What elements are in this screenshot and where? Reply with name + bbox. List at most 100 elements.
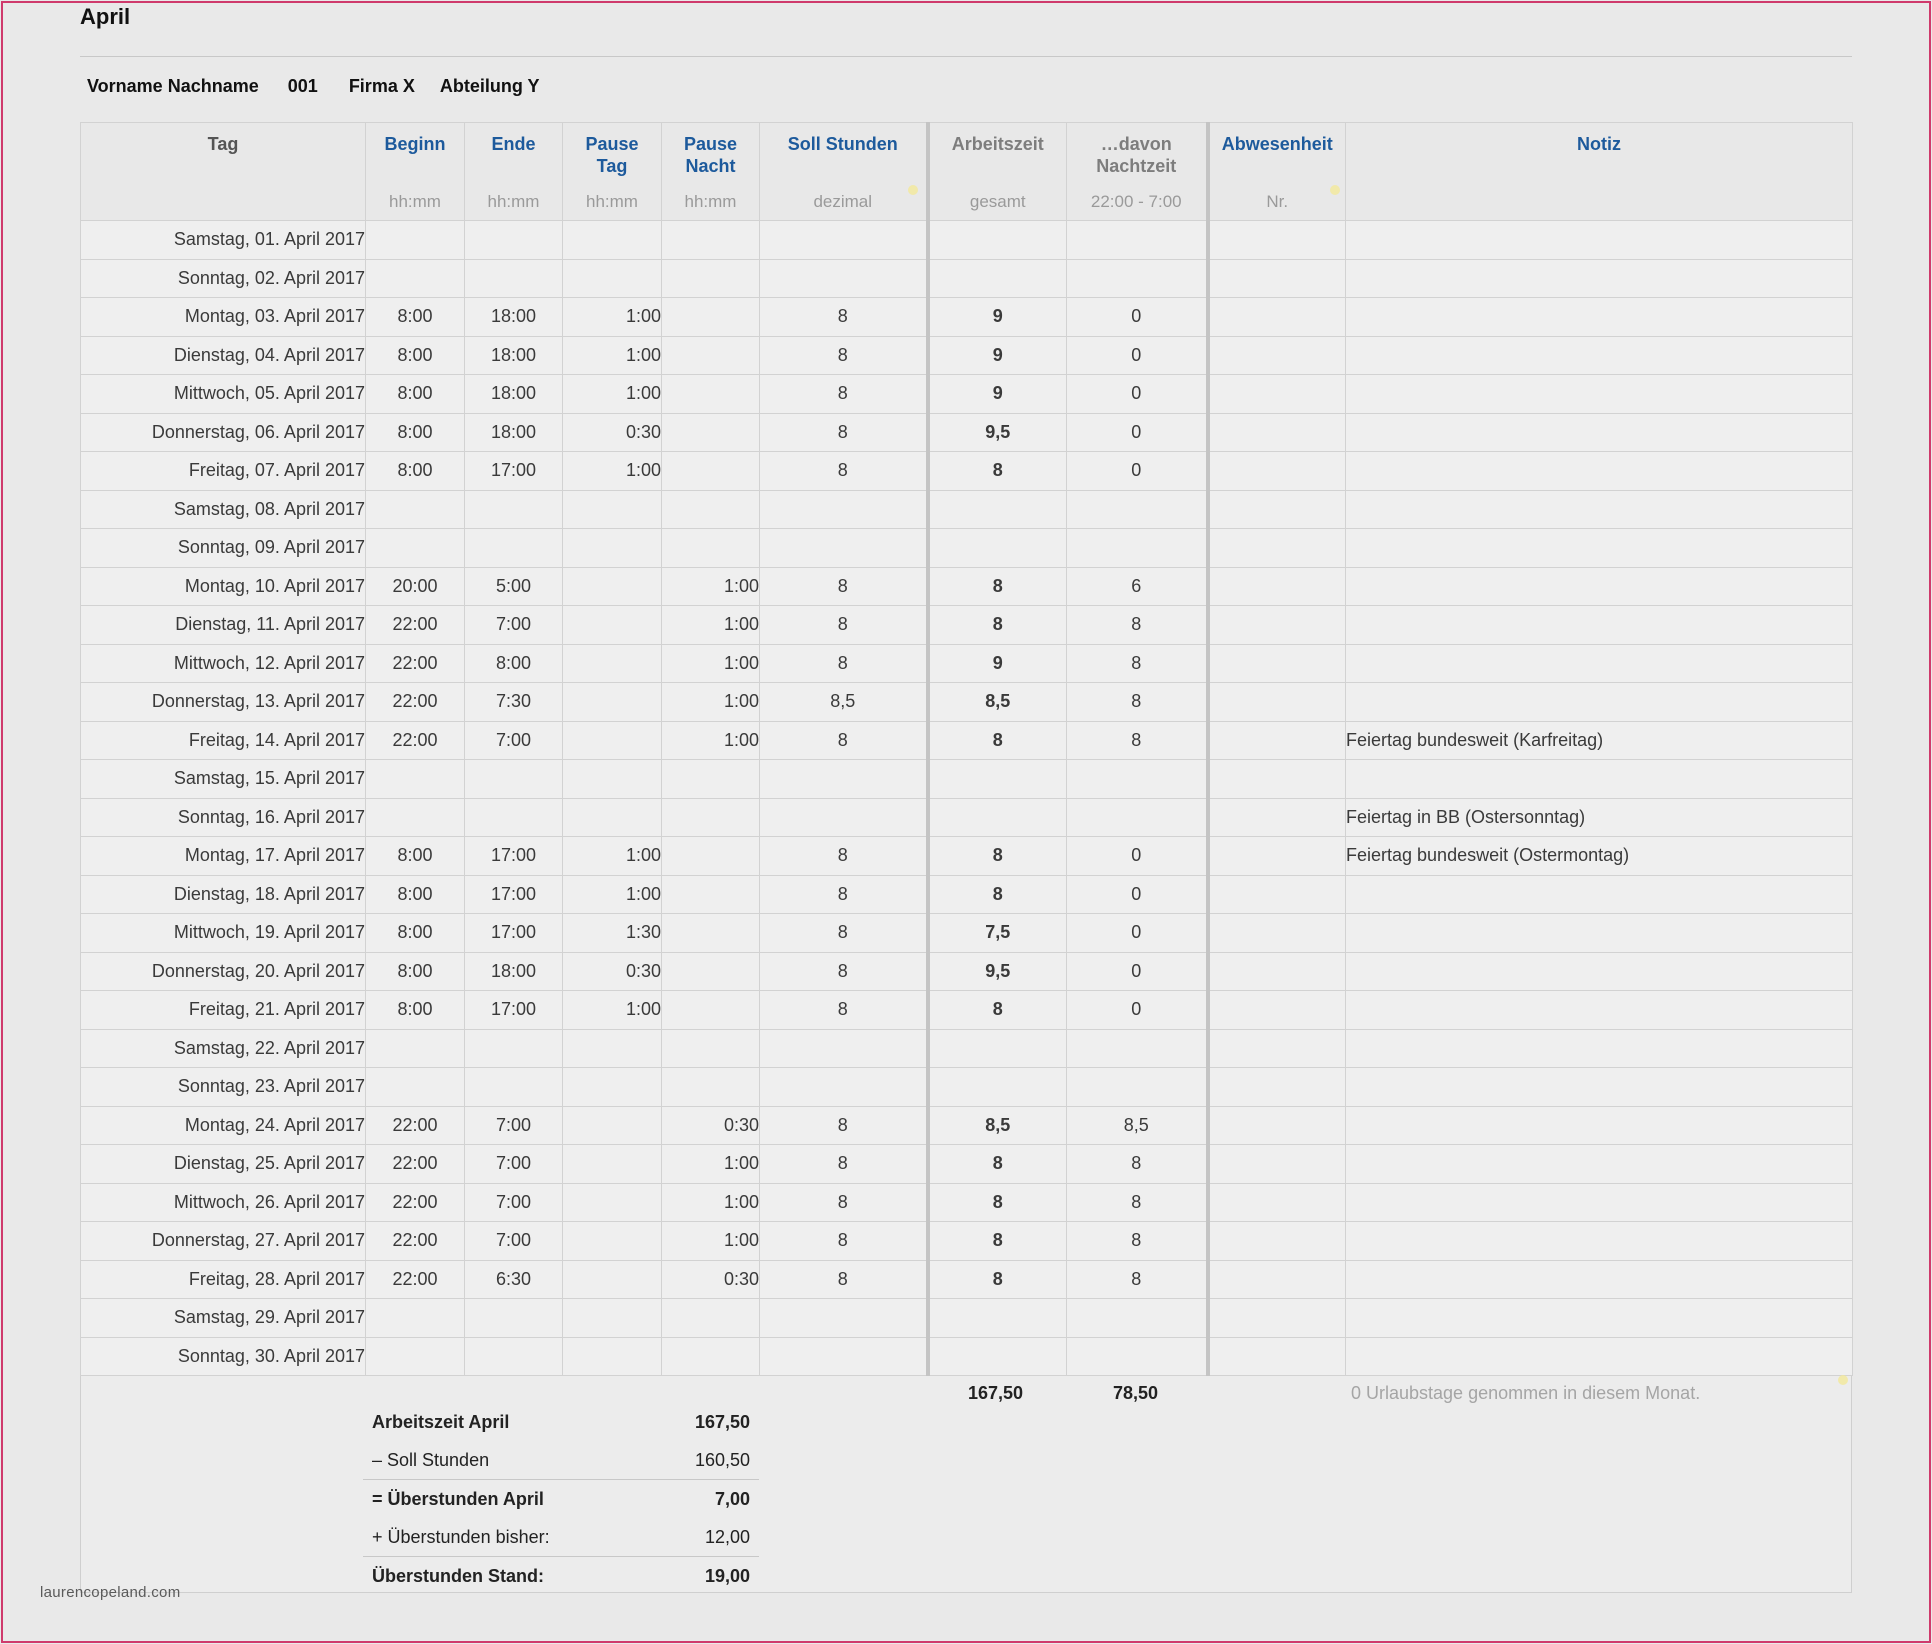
- cell-abwesenheit[interactable]: [1207, 297, 1346, 337]
- cell-beginn[interactable]: 22:00: [365, 605, 465, 645]
- cell-pause-tag[interactable]: 0:30: [562, 412, 662, 452]
- cell-soll[interactable]: 8: [759, 643, 930, 683]
- cell-notiz[interactable]: [1345, 1105, 1853, 1145]
- cell-pause-tag[interactable]: [562, 797, 662, 837]
- cell-pause-nacht[interactable]: [661, 335, 760, 375]
- cell-pause-nacht[interactable]: [661, 990, 760, 1030]
- cell-pause-nacht[interactable]: [661, 951, 760, 991]
- cell-soll[interactable]: 8: [759, 374, 930, 414]
- cell-beginn[interactable]: [365, 759, 465, 799]
- cell-abwesenheit[interactable]: [1207, 682, 1346, 722]
- cell-notiz[interactable]: [1345, 1144, 1853, 1184]
- cell-pause-nacht[interactable]: [661, 797, 760, 837]
- cell-notiz[interactable]: Feiertag in BB (Ostersonntag): [1345, 797, 1853, 837]
- cell-pause-tag[interactable]: [562, 720, 662, 760]
- cell-abwesenheit[interactable]: [1207, 1259, 1346, 1299]
- cell-pause-nacht[interactable]: 0:30: [661, 1259, 760, 1299]
- cell-abwesenheit[interactable]: [1207, 720, 1346, 760]
- cell-beginn[interactable]: 8:00: [365, 874, 465, 914]
- cell-pause-tag[interactable]: [562, 1144, 662, 1184]
- cell-beginn[interactable]: 22:00: [365, 1259, 465, 1299]
- cell-abwesenheit[interactable]: [1207, 566, 1346, 606]
- cell-pause-nacht[interactable]: [661, 1336, 760, 1376]
- cell-notiz[interactable]: [1345, 913, 1853, 953]
- cell-pause-nacht[interactable]: 1:00: [661, 682, 760, 722]
- cell-soll[interactable]: 8: [759, 1144, 930, 1184]
- cell-ende[interactable]: 7:00: [464, 720, 563, 760]
- cell-pause-tag[interactable]: 1:00: [562, 297, 662, 337]
- cell-beginn[interactable]: 22:00: [365, 1221, 465, 1261]
- cell-abwesenheit[interactable]: [1207, 412, 1346, 452]
- cell-soll[interactable]: 8: [759, 566, 930, 606]
- cell-notiz[interactable]: [1345, 374, 1853, 414]
- cell-beginn[interactable]: 22:00: [365, 1105, 465, 1145]
- comment-marker[interactable]: [908, 185, 918, 195]
- cell-ende[interactable]: 5:00: [464, 566, 563, 606]
- cell-pause-nacht[interactable]: [661, 759, 760, 799]
- cell-ende[interactable]: [464, 797, 563, 837]
- cell-beginn[interactable]: [365, 528, 465, 568]
- cell-notiz[interactable]: [1345, 605, 1853, 645]
- cell-pause-tag[interactable]: [562, 489, 662, 529]
- cell-soll[interactable]: 8,5: [759, 682, 930, 722]
- cell-beginn[interactable]: 22:00: [365, 720, 465, 760]
- cell-soll[interactable]: [759, 797, 930, 837]
- cell-pause-tag[interactable]: 1:00: [562, 451, 662, 491]
- cell-notiz[interactable]: [1345, 220, 1853, 260]
- cell-beginn[interactable]: 22:00: [365, 643, 465, 683]
- cell-notiz[interactable]: [1345, 759, 1853, 799]
- cell-pause-nacht[interactable]: [661, 528, 760, 568]
- cell-notiz[interactable]: Feiertag bundesweit (Karfreitag): [1345, 720, 1853, 760]
- cell-pause-tag[interactable]: 1:00: [562, 335, 662, 375]
- comment-marker[interactable]: [1838, 1375, 1848, 1385]
- cell-soll[interactable]: [759, 1336, 930, 1376]
- cell-notiz[interactable]: [1345, 335, 1853, 375]
- cell-pause-tag[interactable]: [562, 759, 662, 799]
- cell-pause-nacht[interactable]: [661, 1298, 760, 1338]
- cell-abwesenheit[interactable]: [1207, 1028, 1346, 1068]
- cell-notiz[interactable]: [1345, 489, 1853, 529]
- cell-abwesenheit[interactable]: [1207, 220, 1346, 260]
- cell-notiz[interactable]: [1345, 451, 1853, 491]
- cell-ende[interactable]: 18:00: [464, 412, 563, 452]
- cell-pause-tag[interactable]: [562, 1221, 662, 1261]
- cell-pause-nacht[interactable]: 1:00: [661, 1182, 760, 1222]
- summary-value[interactable]: 12,00: [705, 1518, 750, 1556]
- cell-soll[interactable]: 8: [759, 412, 930, 452]
- cell-pause-tag[interactable]: [562, 643, 662, 683]
- cell-pause-tag[interactable]: [562, 566, 662, 606]
- cell-soll[interactable]: 8: [759, 874, 930, 914]
- cell-ende[interactable]: 17:00: [464, 836, 563, 876]
- cell-soll[interactable]: [759, 258, 930, 298]
- cell-abwesenheit[interactable]: [1207, 258, 1346, 298]
- cell-ende[interactable]: [464, 258, 563, 298]
- cell-notiz[interactable]: [1345, 1182, 1853, 1222]
- cell-pause-nacht[interactable]: 1:00: [661, 605, 760, 645]
- cell-beginn[interactable]: [365, 1067, 465, 1107]
- cell-pause-nacht[interactable]: [661, 220, 760, 260]
- cell-pause-tag[interactable]: 1:00: [562, 836, 662, 876]
- employee-number[interactable]: 001: [288, 76, 318, 97]
- cell-abwesenheit[interactable]: [1207, 374, 1346, 414]
- cell-pause-tag[interactable]: [562, 1336, 662, 1376]
- cell-soll[interactable]: [759, 1067, 930, 1107]
- cell-soll[interactable]: 8: [759, 1259, 930, 1299]
- cell-abwesenheit[interactable]: [1207, 759, 1346, 799]
- cell-beginn[interactable]: 8:00: [365, 297, 465, 337]
- cell-beginn[interactable]: 8:00: [365, 836, 465, 876]
- cell-beginn[interactable]: [365, 258, 465, 298]
- cell-soll[interactable]: 8: [759, 990, 930, 1030]
- cell-pause-nacht[interactable]: 0:30: [661, 1105, 760, 1145]
- cell-pause-nacht[interactable]: [661, 836, 760, 876]
- cell-pause-nacht[interactable]: [661, 412, 760, 452]
- cell-pause-nacht[interactable]: 1:00: [661, 1144, 760, 1184]
- cell-pause-nacht[interactable]: [661, 1067, 760, 1107]
- cell-notiz[interactable]: [1345, 643, 1853, 683]
- cell-soll[interactable]: [759, 1298, 930, 1338]
- cell-pause-nacht[interactable]: [661, 1028, 760, 1068]
- cell-abwesenheit[interactable]: [1207, 874, 1346, 914]
- cell-beginn[interactable]: 8:00: [365, 451, 465, 491]
- cell-ende[interactable]: 8:00: [464, 643, 563, 683]
- cell-pause-nacht[interactable]: [661, 451, 760, 491]
- cell-ende[interactable]: 7:00: [464, 1105, 563, 1145]
